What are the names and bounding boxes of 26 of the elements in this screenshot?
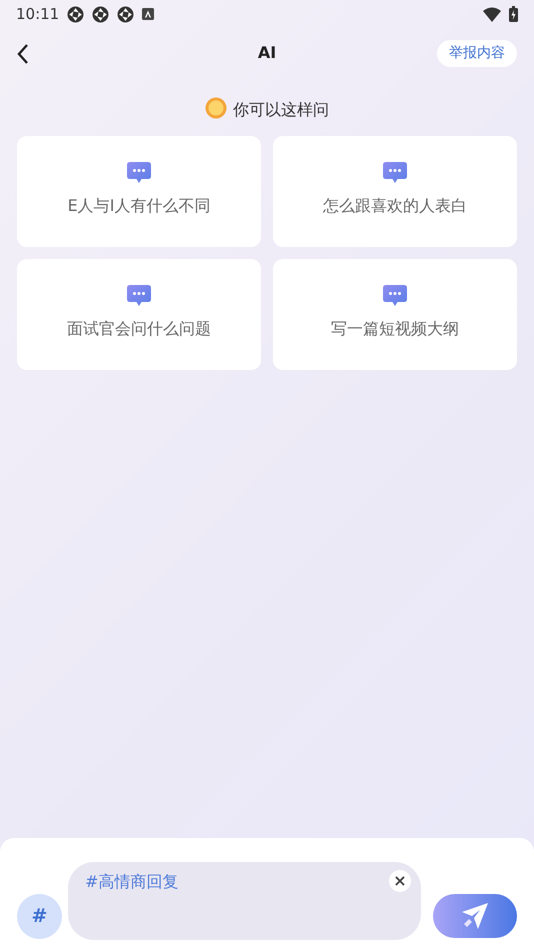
section-heading: 你可以这样问: [233, 100, 329, 119]
wifi-icon: [483, 6, 501, 22]
aperture-icon: [67, 6, 84, 22]
page-title: AI: [258, 43, 276, 62]
notification-icon: [142, 8, 154, 20]
sun-icon: [205, 97, 227, 119]
aperture-icon: [117, 6, 134, 22]
suggestion-card[interactable]: 怎么跟喜欢的人表白: [273, 136, 517, 247]
suggestion-card[interactable]: 面试官会问什么问题: [17, 259, 261, 370]
paper-plane-icon: [461, 902, 489, 930]
chat-bubble-icon: [383, 162, 407, 184]
battery-icon: [509, 6, 518, 22]
clear-button[interactable]: ×: [389, 870, 411, 892]
aperture-icon: [92, 6, 110, 22]
send-button[interactable]: [433, 894, 517, 938]
report-button[interactable]: 举报内容: [437, 40, 517, 66]
suggestion-card[interactable]: E人与I人有什么不同: [17, 136, 261, 247]
hashtag-button[interactable]: #: [17, 894, 62, 939]
status-time: 10:11: [16, 4, 60, 25]
chat-bubble-icon: [127, 162, 151, 184]
back-icon: [17, 44, 29, 64]
chat-bubble-icon: [383, 284, 407, 306]
topic-tag: #高情商回复: [85, 870, 178, 894]
suggestion-card[interactable]: 写一篇短视频大纲: [273, 259, 517, 370]
chat-bubble-icon: [127, 284, 151, 306]
message-field[interactable]: #高情商回复 ×: [68, 862, 421, 940]
